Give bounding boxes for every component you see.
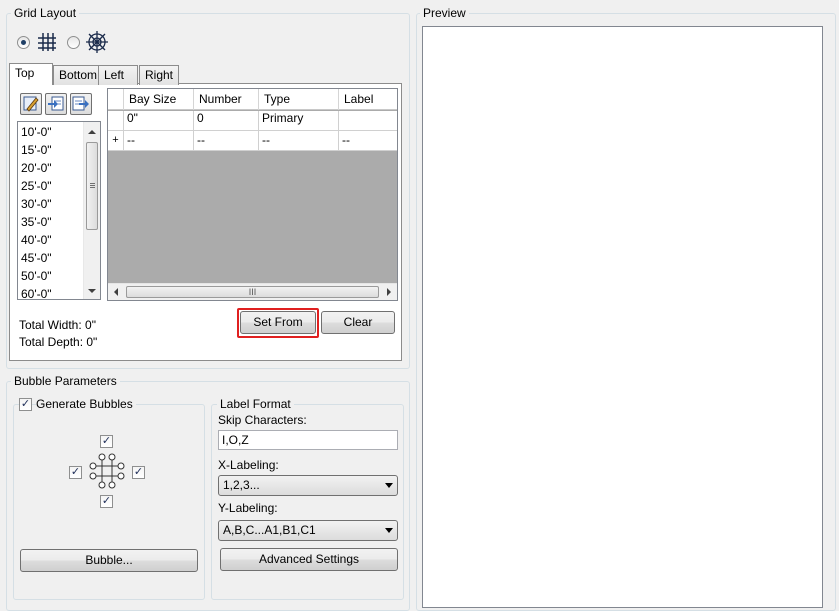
generate-bubbles-checkbox[interactable] bbox=[19, 398, 32, 411]
radial-grid-radio[interactable] bbox=[67, 36, 80, 49]
bubble-grid-icon bbox=[89, 453, 125, 489]
hscroll-thumb[interactable]: III bbox=[126, 286, 379, 298]
scroll-left-icon[interactable] bbox=[113, 288, 119, 296]
export-spacing-button[interactable] bbox=[70, 93, 92, 115]
skip-characters-input[interactable]: I,O,Z bbox=[218, 430, 398, 450]
scroll-thumb[interactable] bbox=[86, 142, 98, 230]
spacing-list[interactable]: 10'-0" 15'-0" 20'-0" 25'-0" 30'-0" 35'-0… bbox=[17, 121, 101, 300]
row-marker: + bbox=[108, 131, 124, 150]
import-icon bbox=[48, 96, 64, 111]
bay-table-hscrollbar[interactable]: III bbox=[108, 283, 397, 300]
preview-canvas[interactable] bbox=[422, 26, 823, 608]
bay-table-header: Bay Size Number Type Label bbox=[108, 89, 397, 110]
tab-right[interactable]: Right bbox=[139, 65, 179, 85]
y-labeling-value: A,B,C...A1,B1,C1 bbox=[223, 523, 316, 537]
tab-top[interactable]: Top bbox=[9, 63, 53, 85]
preview-title: Preview bbox=[420, 6, 469, 20]
edit-icon bbox=[23, 96, 39, 112]
cell-type[interactable]: Primary bbox=[259, 111, 339, 130]
table-row[interactable]: + -- -- -- -- bbox=[108, 131, 397, 151]
cell-label[interactable] bbox=[339, 111, 397, 130]
chevron-down-icon bbox=[385, 483, 393, 488]
cell-type[interactable]: -- bbox=[259, 131, 339, 150]
bubble-right-checkbox[interactable] bbox=[132, 466, 145, 479]
column-header-bay-size[interactable]: Bay Size bbox=[124, 89, 194, 110]
bubble-button[interactable]: Bubble... bbox=[20, 549, 198, 572]
set-from-button[interactable]: Set From bbox=[240, 311, 316, 334]
scroll-down-icon[interactable] bbox=[88, 288, 96, 294]
bubble-top-checkbox[interactable] bbox=[100, 435, 113, 448]
cell-number[interactable]: -- bbox=[194, 131, 259, 150]
chevron-down-icon bbox=[385, 528, 393, 533]
column-header-label[interactable]: Label bbox=[339, 89, 397, 110]
grid-layout-title: Grid Layout bbox=[11, 6, 80, 20]
bay-table[interactable]: Bay Size Number Type Label 0" 0 Primary … bbox=[107, 88, 398, 301]
x-labeling-select[interactable]: 1,2,3... bbox=[218, 475, 398, 496]
total-width-label: Total Width: 0" bbox=[19, 318, 96, 332]
x-labeling-label: X-Labeling: bbox=[218, 458, 279, 472]
column-header-number[interactable]: Number bbox=[194, 89, 259, 110]
import-spacing-button[interactable] bbox=[45, 93, 67, 115]
tab-left[interactable]: Left bbox=[98, 65, 138, 85]
cell-bay-size[interactable]: 0" bbox=[124, 111, 194, 130]
total-depth-label: Total Depth: 0" bbox=[19, 335, 98, 349]
hscroll-grip: III bbox=[248, 287, 257, 297]
generate-bubbles-label[interactable]: Generate Bubbles bbox=[36, 397, 136, 411]
bubble-left-checkbox[interactable] bbox=[69, 466, 82, 479]
tab-bottom[interactable]: Bottom bbox=[53, 65, 99, 85]
scroll-right-icon[interactable] bbox=[386, 288, 392, 296]
radial-grid-icon bbox=[86, 31, 108, 53]
column-header-marker bbox=[108, 89, 124, 110]
table-row[interactable]: 0" 0 Primary bbox=[108, 111, 397, 131]
advanced-settings-button[interactable]: Advanced Settings bbox=[220, 548, 398, 571]
cell-bay-size[interactable]: -- bbox=[124, 131, 194, 150]
x-labeling-value: 1,2,3... bbox=[223, 478, 260, 492]
bubble-parameters-title: Bubble Parameters bbox=[11, 374, 120, 388]
cell-label[interactable]: -- bbox=[339, 131, 397, 150]
cell-number[interactable]: 0 bbox=[194, 111, 259, 130]
label-format-title: Label Format bbox=[217, 397, 294, 411]
edit-spacing-button[interactable] bbox=[20, 93, 42, 115]
y-labeling-label: Y-Labeling: bbox=[218, 501, 278, 515]
row-marker bbox=[108, 111, 124, 130]
clear-button[interactable]: Clear bbox=[321, 311, 395, 334]
y-labeling-select[interactable]: A,B,C...A1,B1,C1 bbox=[218, 520, 398, 541]
scroll-up-icon[interactable] bbox=[88, 129, 96, 135]
rectangular-grid-icon bbox=[38, 33, 56, 51]
column-header-type[interactable]: Type bbox=[259, 89, 339, 110]
export-icon bbox=[72, 96, 89, 111]
rectangular-grid-radio[interactable] bbox=[17, 36, 30, 49]
skip-characters-label: Skip Characters: bbox=[218, 413, 307, 427]
spacing-list-scrollbar[interactable] bbox=[83, 122, 100, 299]
bubble-bottom-checkbox[interactable] bbox=[100, 495, 113, 508]
